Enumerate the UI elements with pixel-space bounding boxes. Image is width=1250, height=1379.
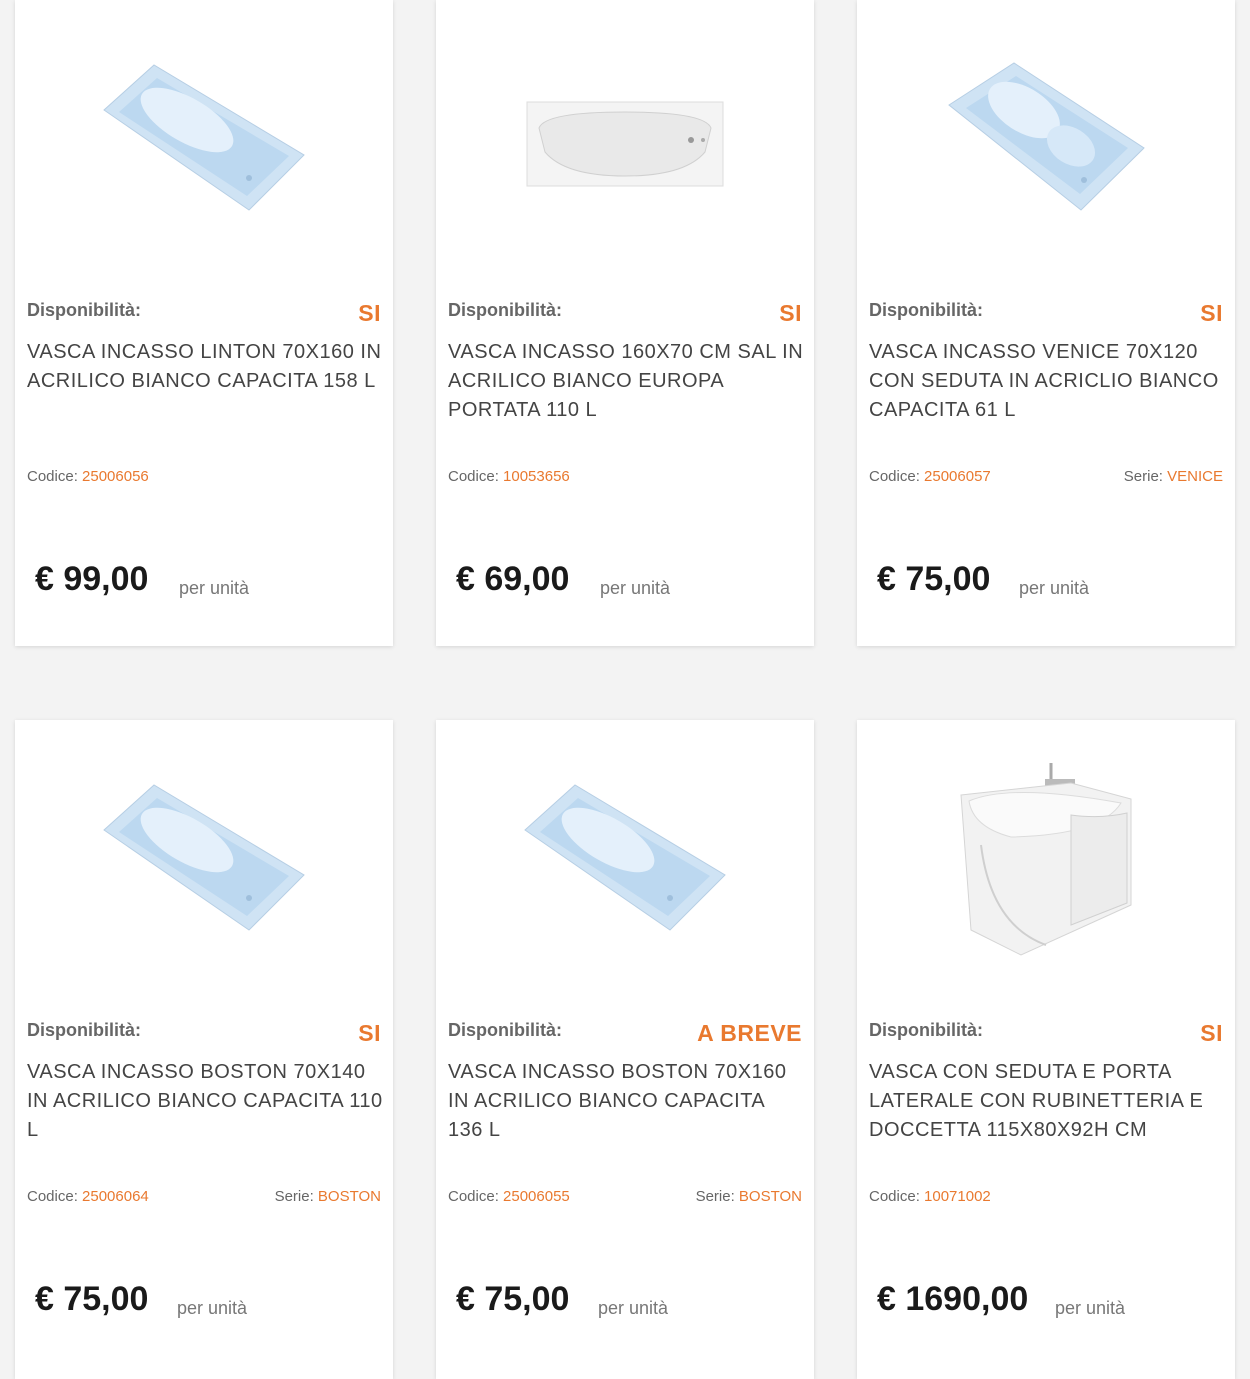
product-title[interactable]: VASCA INCASSO LINTON 70X160 IN ACRILICO … <box>27 338 383 396</box>
price-unit: per unità <box>600 578 671 598</box>
product-price: € 99,00 <box>35 560 149 598</box>
product-serie[interactable]: Serie: VENICE <box>1124 468 1223 485</box>
bathtub-front-icon <box>525 100 725 190</box>
product-title[interactable]: VASCA INCASSO BOSTON 70X160 IN ACRILICO … <box>448 1058 804 1145</box>
availability-label: Disponibilità: <box>27 1020 141 1040</box>
product-card[interactable]: Disponibilità: SI VASCA INCASSO LINTON 7… <box>15 0 393 646</box>
availability-status: SI <box>358 300 381 326</box>
product-code: Codice: 25006056 <box>27 468 149 485</box>
product-card[interactable]: Disponibilità: SI VASCA CON SEDUTA E POR… <box>857 720 1235 1379</box>
product-image[interactable] <box>857 720 1235 1010</box>
product-title[interactable]: VASCA INCASSO 160X70 CM SAL IN ACRILICO … <box>448 338 804 425</box>
product-card[interactable]: Disponibilità: A BREVE VASCA INCASSO BOS… <box>436 720 814 1379</box>
availability-status: A BREVE <box>697 1020 802 1046</box>
product-image[interactable] <box>15 0 393 290</box>
availability-label: Disponibilità: <box>27 300 141 320</box>
product-image[interactable] <box>15 720 393 1010</box>
availability-status: SI <box>779 300 802 326</box>
product-card[interactable]: Disponibilità: SI VASCA INCASSO 160X70 C… <box>436 0 814 646</box>
product-title[interactable]: VASCA INCASSO VENICE 70X120 CON SEDUTA I… <box>869 338 1225 425</box>
bathtub-angled-icon <box>99 60 309 230</box>
price-unit: per unità <box>179 578 250 598</box>
price-unit: per unità <box>1055 1298 1126 1318</box>
product-code: Codice: 10053656 <box>448 468 570 485</box>
availability-label: Disponibilità: <box>869 300 983 320</box>
availability-label: Disponibilità: <box>869 1020 983 1040</box>
product-serie[interactable]: Serie: BOSTON <box>275 1188 381 1205</box>
product-grid: Disponibilità: SI VASCA INCASSO LINTON 7… <box>0 0 1250 1379</box>
product-code: Codice: 25006055 <box>448 1188 570 1205</box>
product-code: Codice: 25006064 <box>27 1188 149 1205</box>
product-image[interactable] <box>857 0 1235 290</box>
price-unit: per unità <box>1019 578 1090 598</box>
product-card[interactable]: Disponibilità: SI VASCA INCASSO VENICE 7… <box>857 0 1235 646</box>
product-title[interactable]: VASCA CON SEDUTA E PORTA LATERALE CON RU… <box>869 1058 1225 1145</box>
availability-status: SI <box>358 1020 381 1046</box>
product-price: € 69,00 <box>456 560 570 598</box>
availability-label: Disponibilità: <box>448 1020 562 1040</box>
product-image[interactable] <box>436 0 814 290</box>
product-code: Codice: 10071002 <box>869 1188 991 1205</box>
price-unit: per unità <box>598 1298 669 1318</box>
availability-label: Disponibilità: <box>448 300 562 320</box>
availability-status: SI <box>1200 300 1223 326</box>
product-serie[interactable]: Serie: BOSTON <box>696 1188 802 1205</box>
product-price: € 1690,00 <box>877 1280 1029 1318</box>
price-unit: per unità <box>177 1298 248 1318</box>
product-card[interactable]: Disponibilità: SI VASCA INCASSO BOSTON 7… <box>15 720 393 1379</box>
product-title[interactable]: VASCA INCASSO BOSTON 70X140 IN ACRILICO … <box>27 1058 383 1145</box>
product-code: Codice: 25006057 <box>869 468 991 485</box>
bathtub-seat-icon <box>946 60 1146 230</box>
product-image[interactable] <box>436 720 814 1010</box>
availability-status: SI <box>1200 1020 1223 1046</box>
walk-in-tub-icon <box>951 755 1141 975</box>
bathtub-angled-icon <box>99 780 309 950</box>
product-price: € 75,00 <box>877 560 991 598</box>
bathtub-angled-icon <box>520 780 730 950</box>
product-price: € 75,00 <box>456 1280 570 1318</box>
product-price: € 75,00 <box>35 1280 149 1318</box>
